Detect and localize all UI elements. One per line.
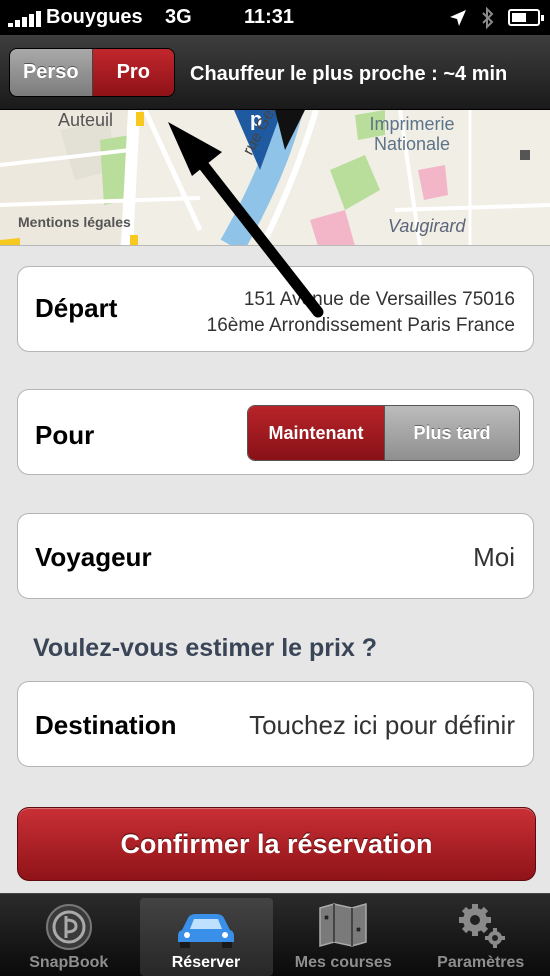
snapbook-logo-icon xyxy=(45,904,92,950)
car-icon xyxy=(178,914,234,948)
now-button[interactable]: Maintenant xyxy=(248,406,385,460)
later-button[interactable]: Plus tard xyxy=(385,406,519,460)
top-bar: Perso Pro Chauffeur le plus proche : ~4 … xyxy=(0,35,550,110)
tab-bar: SnapBook Réserver Mes courses Paramètres xyxy=(0,893,550,976)
map-label-imprimerie: Imprimerie Nationale xyxy=(369,114,455,154)
perso-pro-segmented-control: Perso Pro xyxy=(9,48,175,97)
legal-notice-link[interactable]: Mentions légales xyxy=(18,214,131,230)
nearest-driver-eta: Chauffeur le plus proche : ~4 min xyxy=(190,63,508,85)
address-line-2: 16ème Arrondissement Paris France xyxy=(206,315,515,336)
tab-label: Mes courses xyxy=(294,954,392,971)
carrier-name: Bouygues xyxy=(46,6,143,28)
time-row: Pour Maintenant Plus tard xyxy=(17,389,534,475)
map-label-auteuil: Auteuil xyxy=(58,110,114,130)
battery-icon xyxy=(508,9,544,26)
destination-placeholder: Touchez ici pour définir xyxy=(249,710,515,740)
address-line-1: 151 Avenue de Versailles 75016 xyxy=(243,289,515,310)
map-label-vaugirard: Vaugirard xyxy=(388,216,466,236)
tab-label: SnapBook xyxy=(29,954,109,971)
destination-row[interactable]: Destination Touchez ici pour définir xyxy=(17,681,534,767)
traveler-label: Voyageur xyxy=(35,542,152,572)
bluetooth-icon xyxy=(482,6,494,30)
tab-mes-courses[interactable]: Mes courses xyxy=(275,894,413,976)
tab-label: Paramètres xyxy=(437,954,525,971)
network-type: 3G xyxy=(165,6,192,28)
departure-address: 151 Avenue de Versailles 75016 16ème Arr… xyxy=(207,287,515,339)
map-icon xyxy=(319,903,367,947)
map-view[interactable]: p Auteuil Imprimerie Nationale Vaugirard… xyxy=(0,110,550,246)
traveler-value: Moi xyxy=(473,542,515,572)
destination-label: Destination xyxy=(35,710,177,740)
departure-row[interactable]: Départ 151 Avenue de Versailles 75016 16… xyxy=(17,266,534,352)
price-estimate-heading: Voulez-vous estimer le prix ? xyxy=(33,634,378,662)
tab-reserver[interactable]: Réserver xyxy=(139,898,273,976)
tab-parametres[interactable]: Paramètres xyxy=(412,894,550,976)
traveler-row[interactable]: Voyageur Moi xyxy=(17,513,534,599)
time-segmented-control: Maintenant Plus tard xyxy=(247,405,520,461)
clock: 11:31 xyxy=(244,6,295,28)
departure-label: Départ xyxy=(35,293,118,323)
location-arrow-icon xyxy=(450,10,466,26)
confirm-booking-button[interactable]: Confirmer la réservation xyxy=(17,807,536,881)
gears-icon xyxy=(458,904,505,948)
time-label: Pour xyxy=(35,420,95,450)
status-bar: Bouygues 3G 11:31 xyxy=(0,0,550,35)
tab-label: Réserver xyxy=(171,954,241,971)
segment-perso[interactable]: Perso xyxy=(10,49,93,96)
signal-icon xyxy=(8,11,41,27)
segment-pro[interactable]: Pro xyxy=(92,49,174,96)
tab-snapbook[interactable]: SnapBook xyxy=(0,894,138,976)
